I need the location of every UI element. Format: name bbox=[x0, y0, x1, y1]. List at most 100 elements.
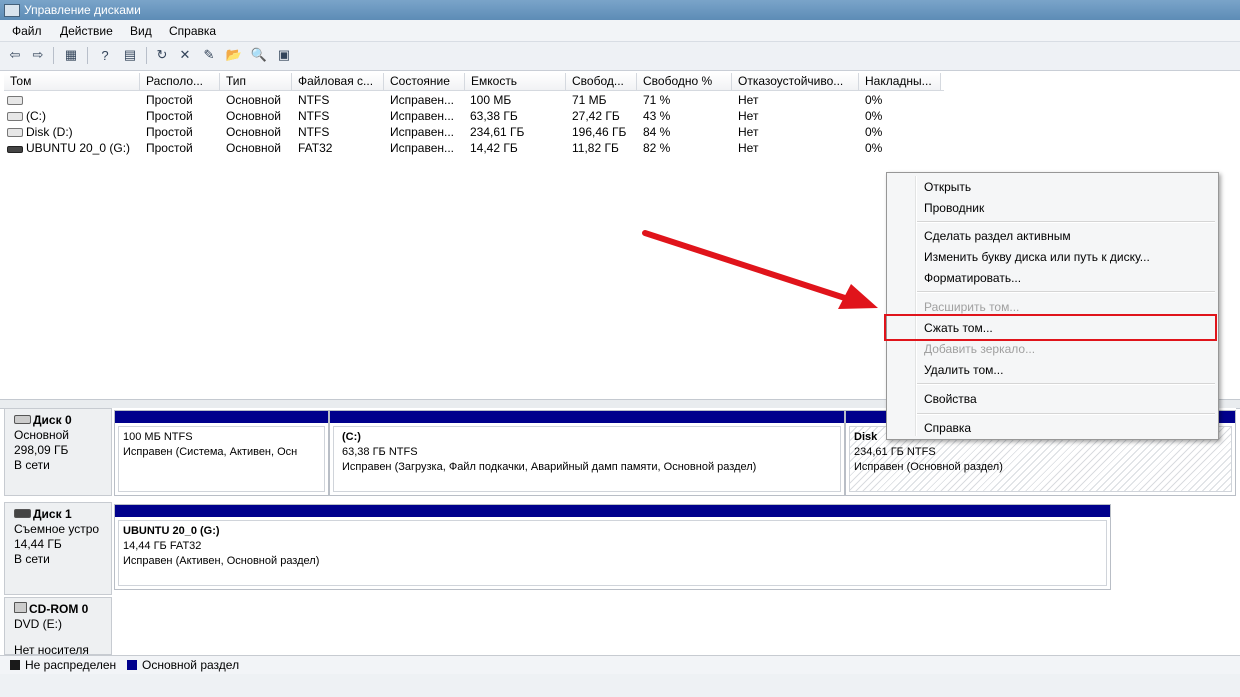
column-header-filesystem[interactable]: Файловая с... bbox=[292, 73, 384, 90]
column-header-volume[interactable]: Том bbox=[4, 73, 140, 90]
disk-state: Нет носителя bbox=[14, 643, 89, 655]
volume-name: (C:) bbox=[7, 108, 46, 124]
toolbar-separator bbox=[87, 47, 88, 64]
cdrom-0-label[interactable]: CD-ROM 0 DVD (E:) Нет носителя bbox=[4, 597, 112, 655]
disk-kind: Съемное устро bbox=[14, 522, 100, 536]
forward-arrow-icon[interactable]: ⇨ bbox=[29, 46, 47, 64]
table-row[interactable]: Простой Основной NTFS Исправен... 100 МБ… bbox=[4, 92, 944, 108]
view-top-icon[interactable]: ▦ bbox=[62, 46, 80, 64]
menu-item-mark-active[interactable]: Сделать раздел активным bbox=[924, 228, 1071, 244]
settings-icon[interactable]: ▣ bbox=[275, 46, 293, 64]
column-header-capacity[interactable]: Емкость bbox=[465, 73, 566, 90]
partition-bar bbox=[330, 411, 844, 423]
volume-free-percent: 71 % bbox=[643, 93, 671, 107]
disk-title: CD-ROM 0 bbox=[29, 602, 89, 616]
menu-item-delete-volume[interactable]: Удалить том... bbox=[924, 362, 1003, 378]
legend-swatch bbox=[127, 660, 137, 670]
status-bar bbox=[0, 674, 1240, 697]
partition-size: 63,38 ГБ NTFS bbox=[342, 446, 418, 458]
column-header-fault-tolerance[interactable]: Отказоустойчиво... bbox=[732, 73, 859, 90]
help-icon[interactable]: ? bbox=[96, 46, 114, 64]
title-bar: Управление дисками bbox=[0, 0, 1240, 20]
menu-item-explore[interactable]: Проводник bbox=[924, 200, 984, 216]
disk-title: Диск 0 bbox=[33, 413, 72, 427]
context-menu: Открыть Проводник Сделать раздел активны… bbox=[886, 172, 1219, 440]
volume-fault-tolerance: Нет bbox=[738, 125, 759, 139]
menu-item-properties[interactable]: Свойства bbox=[924, 391, 977, 407]
volume-icon bbox=[7, 128, 23, 137]
volume-overhead: 0% bbox=[865, 125, 883, 139]
legend-swatch bbox=[10, 660, 20, 670]
volume-capacity: 63,38 ГБ bbox=[470, 109, 518, 123]
partition-details: UBUNTU 20_0 (G:) 14,44 ГБ FAT32 Исправен… bbox=[118, 520, 1107, 586]
disk-1-label[interactable]: Диск 1 Съемное устро 14,44 ГБ В сети bbox=[4, 502, 112, 595]
partition-system-reserved[interactable]: 100 МБ NTFS Исправен (Система, Активен, … bbox=[114, 410, 329, 496]
column-header-free[interactable]: Свобод... bbox=[566, 73, 637, 90]
usb-drive-icon bbox=[7, 146, 23, 153]
window-title: Управление дисками bbox=[24, 3, 141, 17]
partition-name: (C:) bbox=[342, 431, 361, 443]
legend-bar: Не распределен Основной раздел bbox=[0, 655, 1240, 674]
menu-item-open[interactable]: Открыть bbox=[924, 179, 971, 195]
volume-free-percent: 43 % bbox=[643, 109, 671, 123]
column-header-overhead[interactable]: Накладны... bbox=[859, 73, 941, 90]
back-arrow-icon[interactable]: ⇦ bbox=[6, 46, 24, 64]
menu-separator bbox=[917, 291, 1215, 293]
volume-layout: Простой bbox=[146, 141, 193, 155]
partition-bar bbox=[115, 505, 1110, 517]
column-header-row: Том Располо... Тип Файловая с... Состоян… bbox=[4, 71, 944, 91]
disk-kind: Основной bbox=[14, 428, 70, 442]
column-header-type[interactable]: Тип bbox=[220, 73, 292, 90]
menu-separator bbox=[917, 221, 1215, 223]
volume-fault-tolerance: Нет bbox=[738, 93, 759, 107]
partition-details: 100 МБ NTFS Исправен (Система, Активен, … bbox=[118, 426, 325, 492]
partition-status: Исправен (Загрузка, Файл подкачки, Авари… bbox=[342, 461, 757, 473]
column-header-status[interactable]: Состояние bbox=[384, 73, 465, 90]
explore-icon[interactable]: 🔍 bbox=[250, 46, 268, 64]
disk-graphical-view: Диск 0 Основной 298,09 ГБ В сети 100 МБ … bbox=[4, 408, 1236, 655]
menu-item-add-mirror: Добавить зеркало... bbox=[924, 342, 1036, 356]
partition-details: (C:) 63,38 ГБ NTFS Исправен (Загрузка, Ф… bbox=[333, 426, 841, 492]
toolbar-separator bbox=[53, 47, 54, 64]
menu-item-help[interactable]: Справка bbox=[924, 420, 971, 436]
volume-capacity: 14,42 ГБ bbox=[470, 141, 518, 155]
hard-disk-icon bbox=[14, 415, 31, 424]
column-header-free-percent[interactable]: Свободно % bbox=[637, 73, 732, 90]
partition-c[interactable]: (C:) 63,38 ГБ NTFS Исправен (Загрузка, Ф… bbox=[329, 410, 845, 496]
table-row[interactable]: Disk (D:) Простой Основной NTFS Исправен… bbox=[4, 124, 944, 140]
menu-item-format[interactable]: Форматировать... bbox=[924, 270, 1021, 286]
volume-free: 11,82 ГБ bbox=[572, 141, 619, 155]
open-folder-icon[interactable]: 📂 bbox=[225, 46, 243, 64]
disk-state: В сети bbox=[14, 552, 50, 566]
menu-help[interactable]: Справка bbox=[169, 24, 216, 38]
legend-primary-partition: Основной раздел bbox=[127, 658, 239, 672]
view-bottom-icon[interactable]: ▤ bbox=[121, 46, 139, 64]
disk-management-icon bbox=[4, 4, 20, 17]
volume-fs: NTFS bbox=[298, 93, 330, 107]
volume-status: Исправен... bbox=[390, 141, 455, 155]
removable-disk-icon bbox=[14, 509, 31, 518]
volume-type: Основной bbox=[226, 93, 282, 107]
refresh-icon[interactable]: ↻ bbox=[153, 46, 171, 64]
volume-overhead: 0% bbox=[865, 109, 883, 123]
partition-size: 14,44 ГБ FAT32 bbox=[123, 540, 202, 552]
partition-size: 234,61 ГБ NTFS bbox=[854, 446, 936, 458]
partition-size: 100 МБ NTFS bbox=[123, 431, 193, 443]
menu-action[interactable]: Действие bbox=[60, 24, 113, 38]
disk-0-label[interactable]: Диск 0 Основной 298,09 ГБ В сети bbox=[4, 408, 112, 496]
toolbar-separator bbox=[146, 47, 147, 64]
volume-type: Основной bbox=[226, 109, 282, 123]
volume-free: 27,42 ГБ bbox=[572, 109, 620, 123]
menu-file[interactable]: Файл bbox=[12, 24, 42, 38]
partition-status: Исправен (Основной раздел) bbox=[854, 461, 1003, 473]
menu-item-change-drive-letter[interactable]: Изменить букву диска или путь к диску... bbox=[924, 249, 1150, 265]
column-header-layout[interactable]: Располо... bbox=[140, 73, 220, 90]
table-row[interactable]: (C:) Простой Основной NTFS Исправен... 6… bbox=[4, 108, 944, 124]
menu-view[interactable]: Вид bbox=[130, 24, 152, 38]
disk-state: В сети bbox=[14, 458, 50, 472]
properties-icon[interactable]: ✎ bbox=[200, 46, 218, 64]
delete-icon[interactable]: ✕ bbox=[176, 46, 194, 64]
partition-g[interactable]: UBUNTU 20_0 (G:) 14,44 ГБ FAT32 Исправен… bbox=[114, 504, 1111, 590]
table-row[interactable]: UBUNTU 20_0 (G:) Простой Основной FAT32 … bbox=[4, 140, 944, 156]
volume-free: 71 МБ bbox=[572, 93, 607, 107]
